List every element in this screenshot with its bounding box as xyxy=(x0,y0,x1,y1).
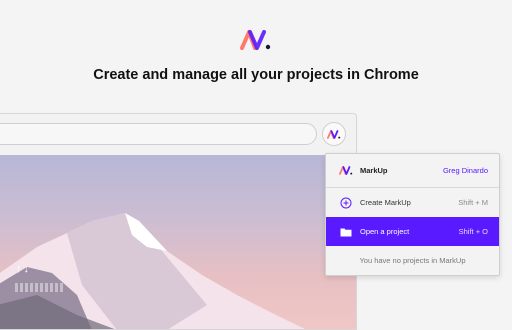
address-bar[interactable] xyxy=(0,123,317,145)
open-project-label: Open a project xyxy=(360,227,410,236)
markup-extension-icon xyxy=(327,129,341,139)
markup-logo-icon xyxy=(240,30,271,50)
markup-popup: MarkUp Greg Dinardo Create MarkUp Shift … xyxy=(325,153,500,276)
empty-projects-message: You have no projects in MarkUp xyxy=(326,246,499,275)
empty-message-text: You have no projects in MarkUp xyxy=(359,256,466,265)
popup-app-name: MarkUp xyxy=(360,166,388,175)
create-markup-label: Create MarkUp xyxy=(360,198,411,207)
photo-caption-placeholder xyxy=(15,283,65,292)
create-markup-shortcut: Shift + M xyxy=(458,198,488,207)
open-project-shortcut: Shift + O xyxy=(458,227,488,236)
photo-arrows: ↑↓ xyxy=(16,263,31,275)
user-name-link[interactable]: Greg Dinardo xyxy=(443,166,488,175)
plus-circle-icon xyxy=(339,196,353,210)
mountain-photo: ↑↓ xyxy=(0,155,356,329)
open-project-button[interactable]: Open a project Shift + O xyxy=(326,217,499,246)
mountain-illustration xyxy=(0,213,305,329)
extension-button[interactable] xyxy=(322,122,346,146)
folder-icon xyxy=(339,225,353,239)
create-markup-button[interactable]: Create MarkUp Shift + M xyxy=(326,188,499,218)
popup-header: MarkUp Greg Dinardo xyxy=(326,154,499,188)
page-headline: Create and manage all your projects in C… xyxy=(93,67,419,83)
browser-window-mock: ↑↓ xyxy=(0,113,357,330)
markup-logo-icon xyxy=(339,164,353,178)
